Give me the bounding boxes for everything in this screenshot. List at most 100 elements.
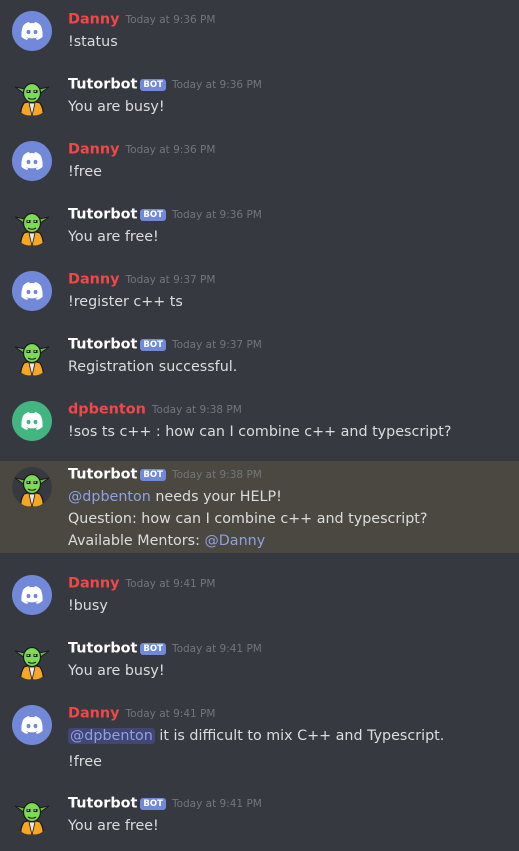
message-text: Registration successful. (68, 356, 513, 378)
message-content: Danny Today at 9:36 PM !status (68, 9, 513, 53)
author-name[interactable]: Tutorbot (68, 796, 137, 812)
discord-avatar-icon[interactable] (12, 11, 52, 51)
author-name[interactable]: Tutorbot (68, 337, 137, 353)
message-content: Danny Today at 9:41 PM @dpbenton it is dif… (68, 703, 513, 773)
message-header: Tutorbot BOT Today at 9:36 PM (68, 74, 513, 96)
chat-message: Tutorbot BOT Today at 9:41 PM You are free! (0, 790, 519, 848)
yoda-avatar-icon[interactable] (12, 206, 52, 246)
message-timestamp: Today at 9:36 PM (171, 78, 262, 91)
message-text-span: it is difficult to mix C++ and Typescrip… (154, 728, 445, 744)
message-header: Danny Today at 9:41 PM (68, 703, 513, 725)
message-timestamp: Today at 9:41 PM (125, 707, 216, 720)
message-text: @dpbenton needs your HELP! (68, 486, 513, 508)
bot-badge: BOT (140, 78, 166, 91)
message-header: Tutorbot BOT Today at 9:41 PM (68, 793, 513, 815)
message-timestamp: Today at 9:36 PM (171, 208, 262, 221)
chat-message: Tutorbot BOT Today at 9:41 PM You are busy! (0, 635, 519, 693)
chat-message: Tutorbot BOT Today at 9:36 PM You are free! (0, 201, 519, 259)
yoda-avatar-icon[interactable] (12, 467, 52, 507)
message-text-span: You are free! (68, 229, 159, 245)
message-text: !status (68, 31, 513, 53)
chat-message: Tutorbot BOT Today at 9:37 PM Registration … (0, 331, 519, 389)
message-header: Tutorbot BOT Today at 9:37 PM (68, 334, 513, 356)
user-mention[interactable]: @dpbenton (68, 728, 155, 744)
discord-avatar-icon[interactable] (12, 575, 52, 615)
user-mention[interactable]: @Danny (205, 533, 266, 549)
message-text-span: !status (68, 34, 118, 50)
message-text: !free (68, 161, 513, 183)
message-text-span: !free (68, 164, 102, 180)
bot-badge: BOT (140, 797, 166, 810)
message-text-span: Registration successful. (68, 359, 238, 375)
message-text-span: You are busy! (68, 663, 165, 679)
chat-message: dpbenton Today at 9:38 PM !sos ts c++ : ho… (0, 396, 519, 454)
author-name[interactable]: dpbenton (68, 402, 146, 418)
message-text-span: !free (68, 754, 102, 770)
author-name[interactable]: Tutorbot (68, 77, 137, 93)
message-text-span: !busy (68, 598, 108, 614)
message-text: Available Mentors: @Danny (68, 530, 513, 552)
message-content: Danny Today at 9:41 PM !busy (68, 573, 513, 617)
message-content: Tutorbot BOT Today at 9:37 PM Registration … (68, 334, 513, 378)
yoda-avatar-icon[interactable] (12, 336, 52, 376)
message-text-span: !sos ts c++ : how can I combine c++ and … (68, 424, 452, 440)
message-text: @dpbenton it is difficult to mix C++ and… (68, 725, 513, 747)
message-text: !free (68, 751, 513, 773)
chat-message: Tutorbot BOT Today at 9:38 PM @dpbenton nee… (0, 461, 519, 553)
message-header: Tutorbot BOT Today at 9:41 PM (68, 638, 513, 660)
chat-message: Danny Today at 9:36 PM !status (0, 6, 519, 64)
message-content: Tutorbot BOT Today at 9:38 PM @dpbenton nee… (68, 464, 513, 552)
message-text-span: !register c++ ts (68, 294, 183, 310)
author-name[interactable]: Danny (68, 12, 120, 28)
message-timestamp: Today at 9:37 PM (125, 273, 216, 286)
message-text-span: needs your HELP! (150, 489, 282, 505)
message-text: You are free! (68, 226, 513, 248)
author-name[interactable]: Tutorbot (68, 467, 137, 483)
yoda-avatar-icon[interactable] (12, 640, 52, 680)
chat-message: Danny Today at 9:41 PM !busy (0, 570, 519, 628)
message-content: Tutorbot BOT Today at 9:36 PM You are busy! (68, 74, 513, 118)
message-text-span: Question: how can I combine c++ and type… (68, 511, 428, 527)
author-name[interactable]: Danny (68, 576, 120, 592)
discord-avatar-icon[interactable] (12, 401, 52, 441)
author-name[interactable]: Danny (68, 272, 120, 288)
message-timestamp: Today at 9:38 PM (171, 468, 262, 481)
message-text: !sos ts c++ : how can I combine c++ and … (68, 421, 513, 443)
bot-badge: BOT (140, 208, 166, 221)
message-timestamp: Today at 9:41 PM (125, 577, 216, 590)
yoda-avatar-icon[interactable] (12, 76, 52, 116)
yoda-avatar-icon[interactable] (12, 795, 52, 835)
message-content: Tutorbot BOT Today at 9:41 PM You are free! (68, 793, 513, 837)
message-header: Tutorbot BOT Today at 9:38 PM (68, 464, 513, 486)
bot-badge: BOT (140, 338, 166, 351)
message-timestamp: Today at 9:41 PM (171, 797, 262, 810)
message-header: Danny Today at 9:41 PM (68, 573, 513, 595)
message-content: dpbenton Today at 9:38 PM !sos ts c++ : ho… (68, 399, 513, 443)
message-text-span: Available Mentors: (68, 533, 205, 549)
message-header: Danny Today at 9:36 PM (68, 139, 513, 161)
message-header: dpbenton Today at 9:38 PM (68, 399, 513, 421)
message-text: You are busy! (68, 660, 513, 682)
discord-avatar-icon[interactable] (12, 271, 52, 311)
message-text-span: You are busy! (68, 99, 165, 115)
message-content: Tutorbot BOT Today at 9:41 PM You are busy! (68, 638, 513, 682)
message-text: !register c++ ts (68, 291, 513, 313)
message-timestamp: Today at 9:41 PM (171, 642, 262, 655)
message-text: Question: how can I combine c++ and type… (68, 508, 513, 530)
author-name[interactable]: Danny (68, 142, 120, 158)
chat-message-list: Danny Today at 9:36 PM !status Tutorbot BOT… (0, 0, 519, 851)
message-text-span: You are free! (68, 818, 159, 834)
discord-avatar-icon[interactable] (12, 705, 52, 745)
author-name[interactable]: Danny (68, 706, 120, 722)
author-name[interactable]: Tutorbot (68, 641, 137, 657)
message-header: Danny Today at 9:36 PM (68, 9, 513, 31)
chat-message: Tutorbot BOT Today at 9:36 PM You are busy! (0, 71, 519, 129)
author-name[interactable]: Tutorbot (68, 207, 137, 223)
message-timestamp: Today at 9:38 PM (151, 403, 242, 416)
user-mention[interactable]: @dpbenton (68, 489, 151, 505)
message-timestamp: Today at 9:36 PM (125, 143, 216, 156)
chat-message: Danny Today at 9:37 PM !register c++ ts (0, 266, 519, 324)
discord-avatar-icon[interactable] (12, 141, 52, 181)
message-text: !busy (68, 595, 513, 617)
bot-badge: BOT (140, 642, 166, 655)
